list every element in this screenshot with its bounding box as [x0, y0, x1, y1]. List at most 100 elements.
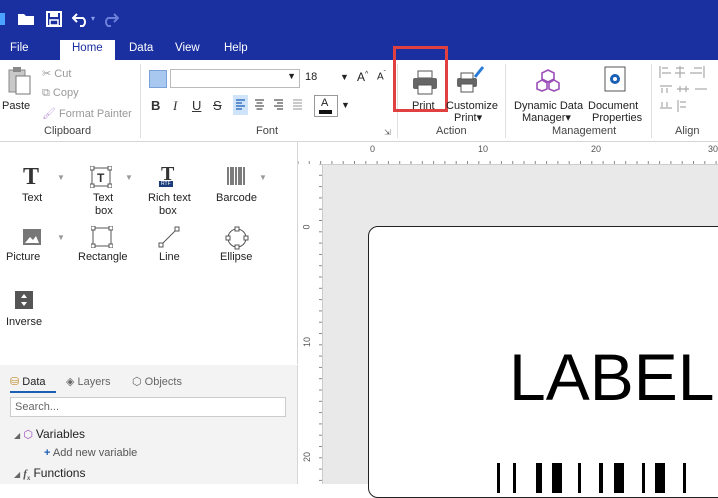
open-folder-icon[interactable] [17, 12, 35, 26]
label-page[interactable]: LABEL [368, 226, 718, 498]
chevron-down-icon[interactable]: ▼ [125, 173, 133, 182]
strikethrough-icon[interactable]: S [213, 98, 222, 113]
tool-rich-text-box[interactable]: T RTF Rich text box [146, 163, 196, 224]
search-input[interactable]: Search... [10, 397, 286, 417]
horizontal-ruler: 0 10 20 30 [298, 142, 718, 165]
menu-help[interactable]: Help [224, 42, 248, 54]
tool-ellipse[interactable]: Ellipse [216, 226, 260, 266]
doc-props-label-2: Properties [592, 112, 643, 124]
printer-brush-icon [457, 66, 485, 93]
tool-line[interactable]: Line [150, 226, 190, 266]
tool-inverse[interactable]: Inverse [0, 288, 50, 328]
justify-icon[interactable] [290, 95, 305, 115]
save-icon[interactable] [46, 11, 62, 27]
tool-picture[interactable]: Picture [0, 226, 50, 266]
menu-view[interactable]: View [175, 42, 200, 54]
menu-file[interactable]: File [10, 42, 29, 54]
text-color-button[interactable]: A [314, 95, 338, 117]
chevron-down-icon[interactable]: ▼ [341, 100, 350, 110]
chevron-down-icon[interactable]: ▼ [259, 173, 267, 182]
dialog-launcher-icon[interactable]: ⇲ [384, 128, 391, 137]
label-text-object[interactable]: LABEL [509, 339, 714, 415]
align-left-button[interactable] [233, 95, 248, 115]
underline-icon[interactable]: U [192, 98, 201, 113]
management-group-label: Management [552, 125, 617, 137]
barcode-bars [497, 463, 686, 493]
ruler-label: 0 [301, 224, 312, 230]
tool-inverse-label: Inverse [6, 316, 43, 328]
ddm-label-1: Dynamic Data [514, 100, 584, 112]
align-right-icon[interactable] [271, 95, 286, 115]
copy-button[interactable]: ⧉ Copy [42, 87, 79, 100]
inverse-tool-icon [15, 291, 33, 309]
format-painter-button[interactable]: 🖌 Format Painter [42, 107, 132, 120]
scissors-icon: ✂ [42, 68, 55, 80]
chevron-down-icon[interactable]: ▼ [57, 233, 65, 242]
italic-icon[interactable]: I [173, 98, 177, 114]
brush-icon: 🖌 [42, 108, 56, 120]
customize-print-button[interactable]: Customize Print▾ [443, 62, 499, 124]
undo-dropdown-icon[interactable]: ▾ [91, 14, 95, 23]
text-box-tool-icon: T [90, 166, 112, 188]
ruler-label: 10 [478, 144, 489, 154]
object-toolbox: T Text ▼ T Text box ▼ T RTF Rich text bo… [0, 142, 298, 364]
tool-text-box-label-2: box [95, 205, 113, 217]
separator [140, 64, 141, 138]
align-group-label: Align [675, 125, 700, 137]
font-size-select[interactable]: 18 ▼ [301, 69, 349, 86]
ruler-label: 0 [370, 144, 376, 154]
tool-barcode-label: Barcode [216, 192, 257, 204]
variables-icon: ⬡ [23, 429, 33, 441]
vertical-ruler: 0 10 20 [298, 164, 323, 484]
menu-home[interactable]: Home [60, 40, 115, 60]
ellipse-tool-icon [225, 226, 249, 250]
separator [505, 64, 506, 138]
tool-text[interactable]: T Text [15, 164, 55, 206]
barcode-object[interactable] [497, 463, 718, 493]
copy-icon: ⧉ [42, 87, 53, 99]
font-color-picker-icon[interactable] [149, 70, 167, 88]
chevron-down-icon: ▼ [340, 72, 349, 82]
font-size-value: 18 [305, 71, 318, 83]
color-swatch [319, 110, 332, 114]
align-left-icon [236, 99, 245, 110]
tool-rectangle-label: Rectangle [78, 251, 128, 263]
doc-props-label-1: Document [588, 100, 639, 112]
dynamic-data-manager-button[interactable]: Dynamic Data Manager▾ [512, 62, 584, 124]
customize-print-label-2: Print▾ [454, 112, 483, 124]
ruler-ticks [319, 164, 322, 481]
chevron-down-icon[interactable]: ▼ [57, 173, 65, 182]
clipboard-group-label: Clipboard [44, 125, 92, 137]
tab-objects[interactable]: ⬡ Objects [132, 375, 182, 388]
font-name-select[interactable]: ▼ [170, 69, 300, 88]
add-new-variable-link[interactable]: + Add new variable [44, 447, 137, 459]
ribbon: Paste ✂ Cut ⧉ Copy 🖌 Format Painter Clip… [0, 46, 718, 142]
cut-button[interactable]: ✂ Cut [42, 67, 71, 80]
paste-label[interactable]: Paste [2, 100, 30, 112]
tool-line-label: Line [159, 251, 180, 263]
align-tools-icon[interactable] [658, 64, 718, 120]
menu-data[interactable]: Data [129, 42, 153, 54]
tool-ellipse-label: Ellipse [220, 251, 253, 263]
paste-icon[interactable] [6, 66, 32, 96]
undo-icon[interactable] [72, 11, 90, 27]
tree-variables[interactable]: ◢ ⬡ Variables [14, 427, 85, 441]
tool-barcode[interactable]: Barcode [214, 164, 262, 204]
shrink-font-icon[interactable]: Aˇ [377, 71, 386, 82]
bold-icon[interactable]: B [151, 98, 160, 113]
document-properties-button[interactable]: Document Properties [584, 62, 646, 124]
ddm-label-2: Manager▾ [522, 112, 571, 124]
grow-font-icon[interactable]: A^ [357, 70, 368, 84]
document-gear-icon [604, 66, 626, 92]
barcode-tool-icon [227, 167, 245, 185]
tree-functions[interactable]: ◢ fx Functions [14, 466, 85, 482]
tool-text-box[interactable]: T Text box [82, 164, 122, 224]
redo-icon[interactable] [101, 11, 119, 27]
tab-data-underline [10, 391, 56, 393]
rectangle-tool-icon [91, 226, 113, 248]
font-group-label: Font [256, 125, 279, 137]
tab-layers[interactable]: ◈ Layers [66, 375, 111, 388]
tool-rectangle[interactable]: Rectangle [77, 226, 133, 266]
tab-data[interactable]: ⛁ Data [10, 375, 46, 388]
align-center-icon[interactable] [252, 95, 267, 115]
